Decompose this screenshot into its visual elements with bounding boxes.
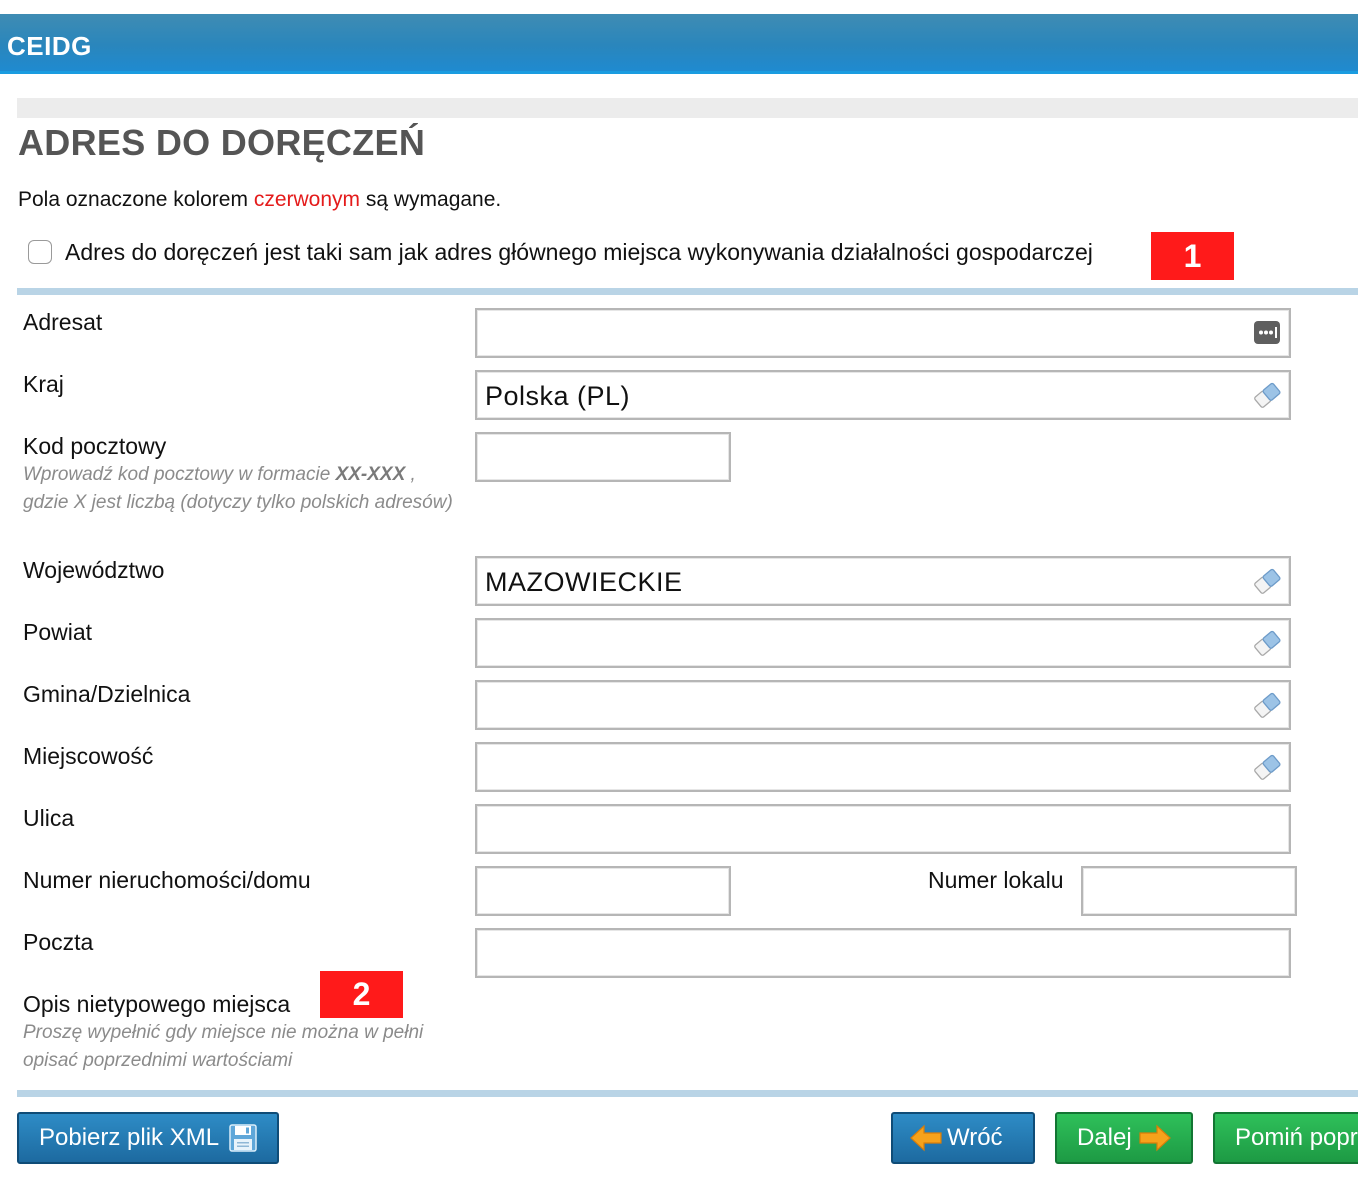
floppy-disk-icon bbox=[228, 1123, 258, 1153]
poczta-input[interactable] bbox=[475, 928, 1291, 978]
miejscowosc-input[interactable] bbox=[475, 742, 1291, 792]
same-address-label[interactable]: Adres do doręczeń jest taki sam jak adre… bbox=[65, 239, 1093, 266]
same-address-checkbox[interactable] bbox=[28, 240, 52, 264]
kod-pocztowy-input[interactable] bbox=[475, 432, 731, 482]
ulica-input[interactable] bbox=[475, 804, 1291, 854]
wojewodztwo-input[interactable]: MAZOWIECKIE bbox=[475, 556, 1291, 606]
annotation-badge-2: 2 bbox=[320, 971, 403, 1018]
dots-menu-icon[interactable] bbox=[1251, 318, 1283, 348]
numer-lokalu-label: Numer lokalu bbox=[928, 867, 1064, 893]
adresat-label: Adresat bbox=[23, 309, 103, 335]
adresat-input[interactable] bbox=[475, 308, 1291, 358]
skip-label: Pomiń popr bbox=[1235, 1124, 1358, 1151]
section-divider-bottom bbox=[17, 1090, 1358, 1097]
wojewodztwo-value: MAZOWIECKIE bbox=[485, 567, 683, 597]
gmina-input[interactable] bbox=[475, 680, 1291, 730]
eraser-icon[interactable] bbox=[1251, 690, 1283, 720]
kod-pocztowy-hint: Wprowadź kod pocztowy w formacie XX-XXX … bbox=[23, 461, 453, 517]
app-header: CEIDG bbox=[0, 14, 1358, 74]
powiat-input[interactable] bbox=[475, 618, 1291, 668]
arrow-right-icon bbox=[1138, 1123, 1172, 1153]
required-note-highlight: czerwonym bbox=[253, 188, 361, 211]
next-label: Dalej bbox=[1077, 1124, 1132, 1151]
kraj-input[interactable]: Polska (PL) bbox=[475, 370, 1291, 420]
required-note-prefix: Pola oznaczone kolorem bbox=[18, 188, 254, 211]
kraj-label: Kraj bbox=[23, 371, 64, 397]
kraj-value: Polska (PL) bbox=[485, 381, 631, 411]
kod-hint-format: XX-XXX bbox=[335, 464, 406, 485]
annotation-badge-1: 1 bbox=[1151, 232, 1234, 280]
poczta-label: Poczta bbox=[23, 929, 94, 955]
required-note-suffix: są wymagane. bbox=[360, 188, 502, 211]
opis-label: Opis nietypowego miejsca bbox=[23, 991, 291, 1017]
next-button[interactable]: Dalej bbox=[1055, 1112, 1193, 1164]
eraser-icon[interactable] bbox=[1251, 628, 1283, 658]
gmina-label: Gmina/Dzielnica bbox=[23, 681, 191, 707]
kod-pocztowy-label: Kod pocztowy bbox=[23, 433, 167, 459]
numer-lokalu-input[interactable] bbox=[1081, 866, 1297, 916]
back-button[interactable]: Wróć bbox=[891, 1112, 1035, 1164]
same-address-row[interactable]: Adres do doręczeń jest taki sam jak adre… bbox=[28, 232, 1093, 272]
opis-hint: Proszę wypełnić gdy miejsce nie można w … bbox=[23, 1022, 424, 1071]
eraser-icon[interactable] bbox=[1251, 380, 1283, 410]
breadcrumb-bar bbox=[17, 98, 1358, 118]
section-divider-top bbox=[17, 288, 1358, 295]
miejscowosc-label: Miejscowość bbox=[23, 743, 154, 769]
powiat-label: Powiat bbox=[23, 619, 93, 645]
back-label: Wróć bbox=[947, 1124, 1003, 1151]
arrow-left-icon bbox=[909, 1123, 943, 1153]
eraser-icon[interactable] bbox=[1251, 752, 1283, 782]
download-xml-label: Pobierz plik XML bbox=[39, 1124, 220, 1151]
numer-domu-label: Numer nieruchomości/domu bbox=[23, 867, 311, 893]
kod-hint-before: Wprowadź kod pocztowy w formacie bbox=[23, 464, 336, 485]
page-title: ADRES DO DORĘCZEŃ bbox=[18, 122, 426, 163]
required-fields-note: Pola oznaczone kolorem czerwonym są wyma… bbox=[18, 188, 501, 212]
skip-button[interactable]: Pomiń popr bbox=[1213, 1112, 1358, 1164]
brand-logo[interactable]: CEIDG bbox=[7, 31, 92, 62]
eraser-icon[interactable] bbox=[1251, 566, 1283, 596]
download-xml-button[interactable]: Pobierz plik XML bbox=[17, 1112, 279, 1164]
numer-domu-input[interactable] bbox=[475, 866, 731, 916]
wojewodztwo-label: Województwo bbox=[23, 557, 165, 583]
ulica-label: Ulica bbox=[23, 805, 75, 831]
